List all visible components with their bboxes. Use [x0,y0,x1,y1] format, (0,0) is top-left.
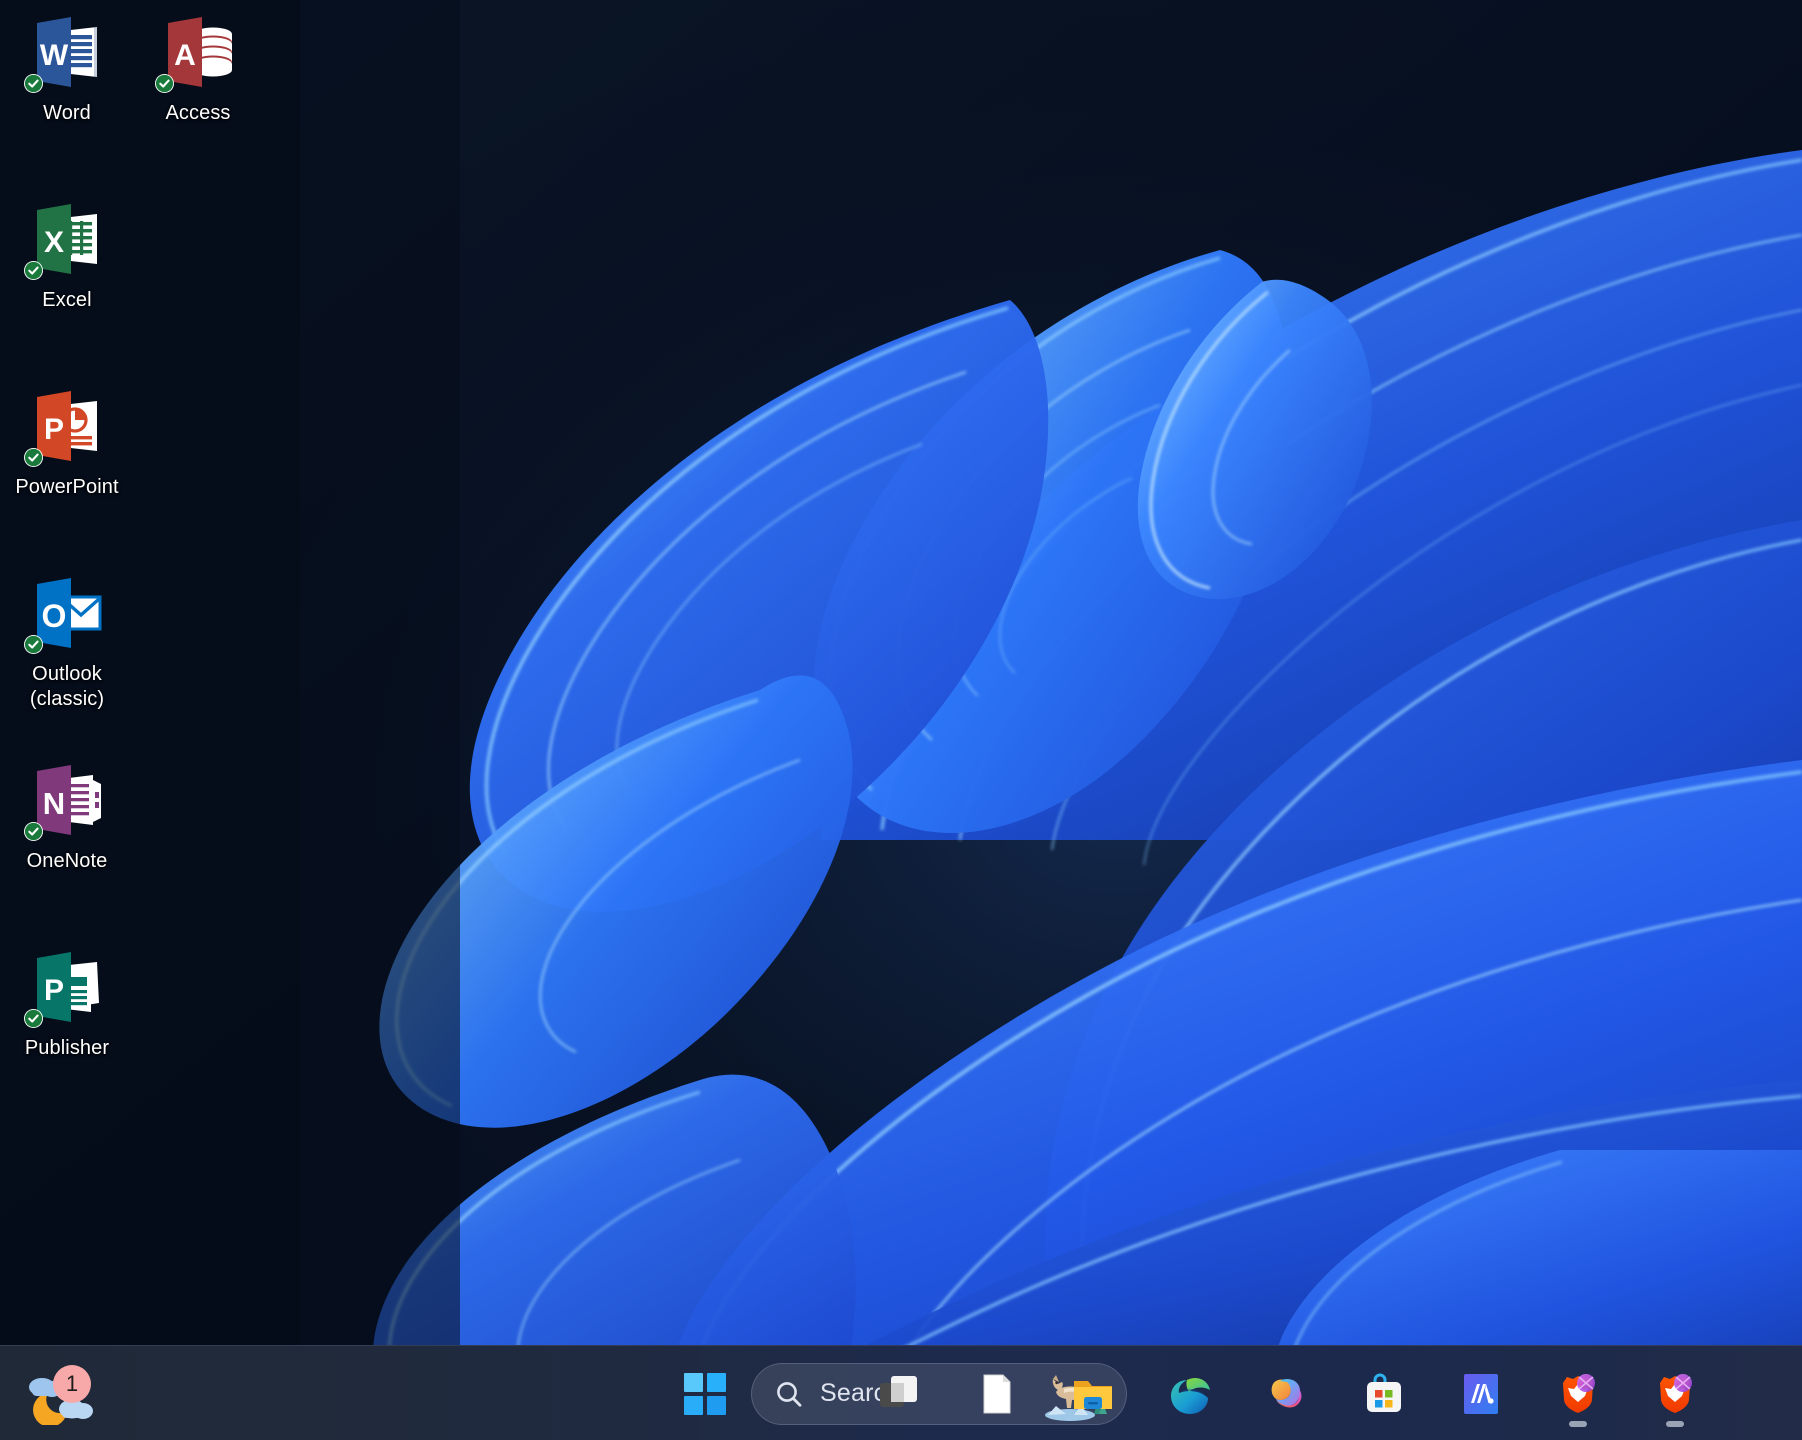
svg-text:P: P [44,413,64,446]
wallpaper-image [0,0,1802,1440]
document-icon [983,1374,1011,1413]
running-indicator [1666,1420,1684,1427]
desktop-icon-label: Outlook (classic) [29,663,105,710]
publisher-icon: P [24,945,109,1029]
notification-badge-count[interactable]: 1 [53,1364,91,1403]
svg-text:X: X [44,226,64,259]
outlook-icon: O [24,571,109,655]
taskbar[interactable]: 1 Search [0,1345,1802,1440]
desktop-icon-access[interactable]: A Access [137,10,259,126]
onedrive-sync-badge [24,822,43,841]
taskbar-app-notepad[interactable] [959,1357,1033,1431]
start-button[interactable] [675,1363,735,1425]
desktop-icon-label: Word [43,102,91,124]
onedrive-sync-badge [24,74,43,93]
microsoft-edge-icon [1171,1377,1210,1414]
svg-text:O: O [42,598,67,634]
onedrive-sync-badge [24,261,43,280]
copilot-icon [1271,1378,1302,1407]
desktop-icon-label: Access [165,102,231,124]
svg-text:A: A [174,39,196,72]
desktop-icon-publisher[interactable]: P Publisher [6,945,128,1061]
desktop-icon-onenote[interactable]: N OneNote [6,758,128,874]
excel-icon: X [24,197,109,281]
word-icon: W [24,10,109,94]
brave-browser-icon [1660,1373,1692,1413]
microsoft-store-icon [1367,1373,1401,1412]
movavi-icon [1464,1373,1498,1414]
desktop-icon-label: OneNote [26,850,108,872]
desktop[interactable]: W Word A Access X Excel P PowerPoint O O… [0,0,1802,1440]
taskbar-app-microsoft-store[interactable] [1347,1357,1421,1431]
taskbar-app-strip [862,1346,1712,1440]
running-indicator [1569,1420,1587,1427]
desktop-icon-label: Excel [42,289,92,311]
taskbar-app-brave-browser[interactable] [1638,1357,1712,1431]
onedrive-sync-badge [24,635,43,654]
taskbar-app-task-view[interactable] [862,1357,936,1431]
onenote-icon: N [24,758,109,842]
file-explorer-icon [1074,1380,1112,1409]
taskbar-app-copilot[interactable] [1250,1357,1324,1431]
onedrive-sync-badge [24,448,43,467]
windows-logo-icon [684,1372,726,1415]
weather-widget[interactable]: 1 [22,1363,114,1425]
desktop-icon-outlook-classic[interactable]: O Outlook (classic) [6,571,128,712]
taskbar-app-movavi[interactable] [1444,1357,1518,1431]
desktop-icon-label: PowerPoint [15,476,119,498]
powerpoint-icon: P [24,384,109,468]
taskbar-app-brave-browser[interactable] [1541,1357,1615,1431]
svg-text:P: P [44,974,64,1007]
svg-text:W: W [40,39,69,72]
taskbar-left-region: 1 [0,1346,360,1440]
desktop-icon-excel[interactable]: X Excel [6,197,128,313]
svg-text:N: N [43,786,65,821]
search-icon [777,1381,802,1407]
desktop-icon-word[interactable]: W Word [6,10,128,126]
onedrive-sync-badge [155,74,174,93]
brave-browser-icon [1563,1373,1595,1413]
access-icon: A [155,10,240,94]
desktop-icon-powerpoint[interactable]: P PowerPoint [6,384,128,500]
taskbar-app-microsoft-edge[interactable] [1153,1357,1227,1431]
onedrive-sync-badge [24,1009,43,1028]
task-view-icon [880,1375,917,1407]
taskbar-app-file-explorer[interactable] [1056,1357,1130,1431]
desktop-icon-label: Publisher [24,1037,110,1059]
